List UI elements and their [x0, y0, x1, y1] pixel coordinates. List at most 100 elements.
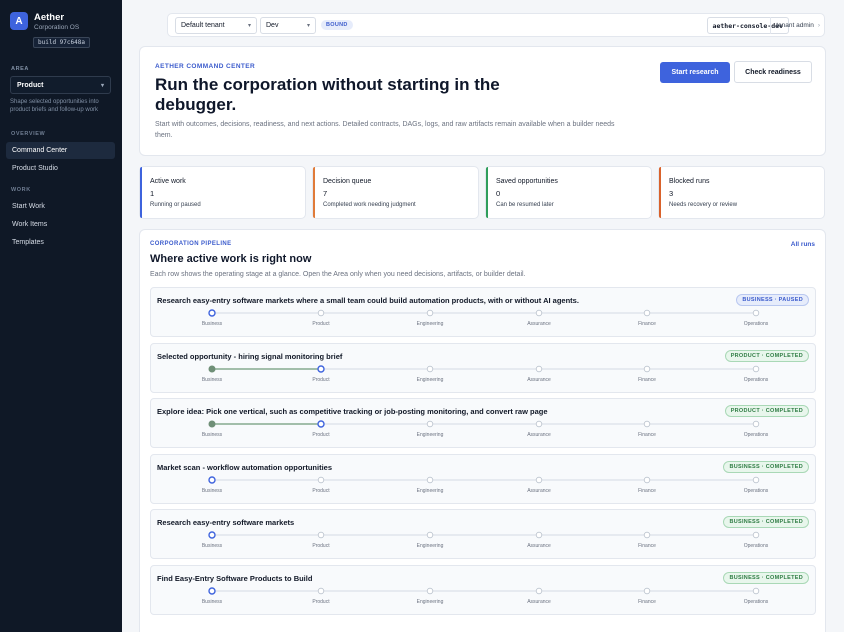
env-select[interactable]: Dev ▾	[260, 17, 316, 34]
stage-dot	[208, 531, 216, 539]
stage-label: Assurance	[527, 543, 551, 549]
stage-label: Operations	[743, 321, 769, 327]
sidebar-item-command-center[interactable]: Command Center	[6, 142, 115, 159]
hero-card: AETHER COMMAND CENTER Run the corporatio…	[139, 46, 826, 156]
stage-dot	[643, 476, 651, 483]
brand-logo: A	[10, 12, 28, 30]
stage-dot	[317, 476, 325, 483]
pipeline-run-row[interactable]: Research easy-entry software markets BUSI…	[150, 509, 816, 559]
stage-label: Finance	[638, 321, 656, 327]
stat-subtext: Running or paused	[150, 202, 201, 208]
stage-label: Operations	[743, 543, 769, 549]
stage-dot	[752, 587, 760, 594]
sidebar-item-start-work[interactable]: Start Work	[6, 198, 115, 215]
user-menu[interactable]: tenant admin ›	[770, 17, 820, 34]
stage-label: Business	[201, 598, 223, 605]
pipeline-run-row[interactable]: Research easy-entry software markets whe…	[150, 287, 816, 337]
stage-label: Business	[201, 432, 223, 438]
area-select[interactable]: Product ▾	[10, 76, 111, 94]
stage-dot	[643, 420, 651, 428]
area-select-value: Product	[17, 81, 44, 89]
stage-label: Engineering	[416, 376, 444, 383]
stat-accent-bar	[140, 167, 142, 218]
stage-dot	[535, 420, 543, 428]
pipeline-run-row[interactable]: Market scan - workflow automation opport…	[150, 453, 816, 504]
user-role: tenant admin	[776, 22, 814, 29]
stat-value: 0	[496, 189, 501, 198]
stat-subtext: Can be resumed later	[496, 202, 554, 208]
stage-track	[208, 475, 760, 484]
stage-dot	[643, 365, 651, 372]
chevron-down-icon: ▾	[306, 23, 310, 29]
tenant-select[interactable]: Default tenant ▾	[175, 17, 257, 34]
stage-label: Operations	[743, 487, 769, 494]
stage-label: Engineering	[416, 432, 444, 438]
stat-card-saved-opportunities[interactable]: Saved opportunities 0 Can be resumed lat…	[485, 166, 652, 219]
pipeline-run-row[interactable]: Selected opportunity - hiring signal mon…	[150, 342, 816, 393]
stage-dot	[426, 587, 434, 594]
brand: A Aether Corporation OS	[10, 12, 79, 32]
stage-label: Assurance	[527, 598, 551, 605]
stage-dot	[317, 364, 325, 373]
stage-dot	[208, 309, 216, 317]
sidebar-item-work-items[interactable]: Work Items	[6, 216, 115, 233]
stat-card-active-work[interactable]: Active work 1 Running or paused	[139, 166, 306, 219]
stage-dot	[752, 531, 760, 539]
check-readiness-button[interactable]: Check readiness	[734, 61, 812, 83]
stage-dot	[426, 476, 434, 483]
stage-dot	[208, 475, 216, 484]
stat-card-decision-queue[interactable]: Decision queue 7 Completed work needing …	[312, 166, 479, 219]
stage-track	[208, 420, 760, 428]
stage-dot	[752, 365, 760, 372]
stage-label: Assurance	[527, 487, 551, 494]
stage-track	[208, 531, 760, 539]
pipeline-run-row[interactable]: Explore idea: Pick one vertical, such as…	[150, 398, 816, 448]
page-title: Run the corporation without starting in …	[155, 75, 500, 114]
stage-label: Business	[201, 487, 223, 494]
stat-label: Active work	[150, 178, 186, 185]
stage-label: Business	[201, 543, 223, 549]
start-research-button[interactable]: Start research	[660, 62, 730, 83]
bound-badge: BOUND	[321, 20, 353, 30]
stat-accent-bar	[486, 167, 488, 218]
stage-dot	[426, 420, 434, 428]
stage-label: Finance	[638, 598, 656, 605]
stage-dot	[643, 309, 651, 317]
pipeline-panel: CORPORATION PIPELINE All runs Where acti…	[139, 229, 826, 632]
brand-subtitle: Corporation OS	[34, 24, 80, 31]
sidebar: A Aether Corporation OS build 97c648a AR…	[0, 0, 122, 632]
stat-label: Decision queue	[323, 178, 372, 185]
stage-dot	[208, 586, 216, 595]
stage-dot	[643, 587, 651, 594]
stage-dot	[643, 531, 651, 539]
pipeline-title: Where active work is right now	[150, 253, 312, 265]
all-runs-link[interactable]: All runs	[791, 241, 815, 248]
stage-label: Operations	[743, 432, 769, 438]
chevron-down-icon: ▾	[247, 23, 251, 29]
stage-label: Business	[201, 376, 223, 383]
stage-label: Product	[312, 376, 330, 383]
stage-label: Product	[312, 543, 330, 549]
stage-label: Product	[312, 321, 330, 327]
stat-label: Blocked runs	[669, 178, 710, 185]
sidebar-item-templates[interactable]: Templates	[6, 234, 115, 251]
pipeline-run-row[interactable]: Find Easy-Entry Software Products to Bui…	[150, 564, 816, 615]
stage-dot	[426, 531, 434, 539]
stage-track	[208, 364, 760, 373]
stage-dot	[317, 420, 325, 428]
stage-label: Finance	[638, 432, 656, 438]
sidebar-item-product-studio[interactable]: Product Studio	[6, 160, 115, 177]
stage-dot	[535, 476, 543, 483]
stage-label: Finance	[638, 487, 656, 494]
stage-label: Product	[312, 487, 330, 494]
stat-value: 3	[669, 189, 674, 198]
stage-dot	[752, 309, 760, 317]
stage-label: Engineering	[416, 321, 444, 327]
stat-card-blocked-runs[interactable]: Blocked runs 3 Needs recovery or review	[658, 166, 825, 219]
stat-label: Saved opportunities	[496, 178, 558, 185]
stage-dot	[426, 309, 434, 317]
stat-value: 7	[323, 189, 328, 198]
env-select-value: Dev	[266, 22, 279, 29]
chevron-down-icon: ▾	[100, 82, 104, 89]
stage-dot	[208, 365, 216, 372]
